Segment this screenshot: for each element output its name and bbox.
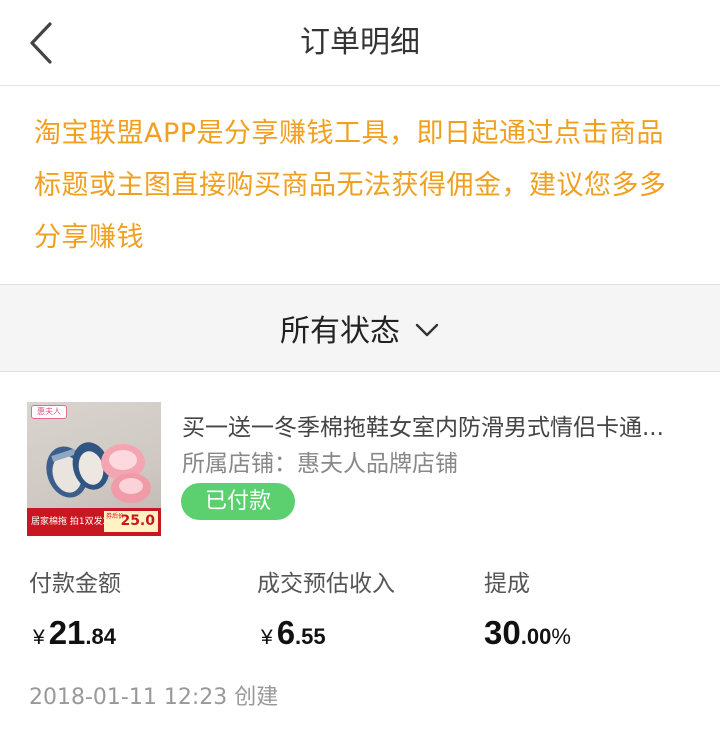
income-dec: .55 xyxy=(295,624,326,649)
promo-price: 券后价 25.0 xyxy=(104,511,158,532)
nav-bar: 订单明细 xyxy=(0,0,720,86)
page-title: 订单明细 xyxy=(300,25,420,60)
status-filter[interactable]: 所有状态 xyxy=(0,284,720,372)
promo-banner: 居家棉拖 拍1双发2双 券后价 25.0 xyxy=(27,508,161,536)
chevron-down-icon xyxy=(415,323,439,337)
estimated-income: 成交预估收入 ¥6.55 xyxy=(257,564,395,652)
rate-dec: .00 xyxy=(520,624,552,649)
rate-unit: % xyxy=(551,624,571,649)
promo-price-value: 25.0 xyxy=(120,513,155,529)
payment-dec: .84 xyxy=(85,624,116,649)
income-int: 6 xyxy=(276,614,296,651)
product-title[interactable]: 买一送一冬季棉拖鞋女室内防滑男式情侣卡通... xyxy=(182,408,694,442)
rate-int: 30 xyxy=(484,614,521,651)
shop-name: 所属店铺：惠夫人品牌店铺 xyxy=(182,451,458,477)
order-card[interactable]: 惠夫人 居家棉拖 拍1双发2双 券后价 25.0 买一送一冬季棉拖鞋女室内防滑男… xyxy=(0,372,720,745)
notice-banner: 淘宝联盟APP是分享赚钱工具，即日起通过点击商品标题或主图直接购买商品无法获得佣… xyxy=(0,86,720,284)
income-value: ¥6.55 xyxy=(261,614,395,652)
status-filter-label: 所有状态 xyxy=(280,314,400,349)
promo-price-note: 券后价 xyxy=(106,513,125,520)
payment-amount: 付款金额 ¥21.84 xyxy=(29,564,121,652)
payment-label: 付款金额 xyxy=(29,571,121,597)
rate-value: 30.00% xyxy=(484,614,571,652)
income-label: 成交预估收入 xyxy=(257,571,395,597)
payment-currency: ¥ xyxy=(33,626,45,649)
status-badge: 已付款 xyxy=(181,483,295,520)
commission-rate: 提成 30.00% xyxy=(484,564,571,652)
product-image[interactable]: 惠夫人 居家棉拖 拍1双发2双 券后价 25.0 xyxy=(27,402,161,536)
income-currency: ¥ xyxy=(261,626,273,649)
payment-value: ¥21.84 xyxy=(33,614,121,652)
brand-logo: 惠夫人 xyxy=(31,405,67,419)
payment-int: 21 xyxy=(48,614,86,651)
created-time: 2018-01-11 12:23 创建 xyxy=(29,685,279,710)
rate-label: 提成 xyxy=(484,571,530,597)
